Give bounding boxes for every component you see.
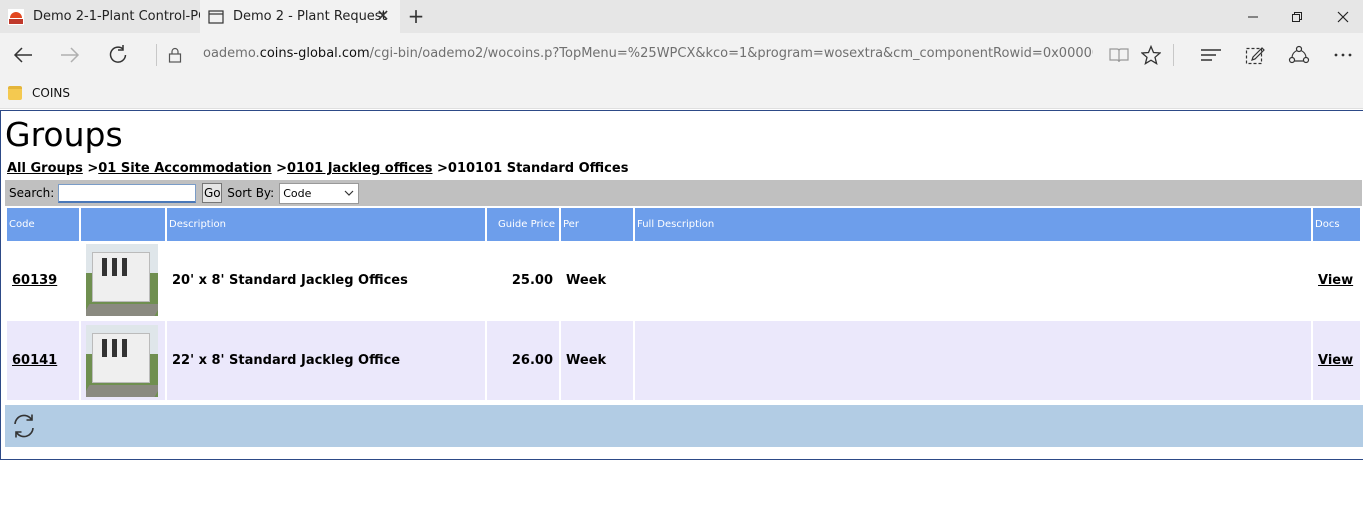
description-cell: 22' x 8' Standard Jackleg Office: [167, 321, 485, 402]
table-row: 60139 20' x 8' Standard Jackleg Offices …: [7, 241, 1360, 321]
items-table: Code Description Guide Price Per Full De…: [5, 208, 1362, 402]
tab-title: Demo 2-1-Plant Control-PC: [33, 9, 200, 24]
breadcrumb-current: >010101 Standard Offices: [432, 161, 629, 176]
item-thumbnail-image[interactable]: [86, 324, 158, 397]
web-note-icon[interactable]: [1235, 33, 1275, 77]
sort-label: Sort By:: [227, 186, 275, 200]
hub-icon[interactable]: [1191, 33, 1231, 77]
image-cell: [81, 321, 165, 402]
page-icon: [208, 9, 224, 25]
new-tab-icon[interactable]: +: [405, 6, 427, 28]
item-thumbnail-image[interactable]: [86, 244, 158, 316]
favorite-coins[interactable]: COINS: [8, 84, 70, 102]
column-header-docs[interactable]: Docs: [1313, 208, 1360, 241]
table-row: 60141 22' x 8' Standard Jackleg Office 2…: [7, 321, 1360, 402]
tab-plant-control[interactable]: Demo 2-1-Plant Control-PC: [0, 0, 200, 33]
sort-value: Code: [283, 186, 312, 200]
tab-plant-request[interactable]: Demo 2 - Plant Request ✕: [200, 0, 400, 33]
search-label: Search:: [9, 186, 55, 200]
tab-strip: Demo 2-1-Plant Control-PC Demo 2 - Plant…: [0, 0, 1363, 33]
price-cell: 25.00: [487, 241, 559, 321]
breadcrumb-all-groups[interactable]: All Groups: [7, 161, 83, 176]
tab-title: Demo 2 - Plant Request: [233, 9, 387, 24]
search-bar: Search: Go Sort By: Code: [5, 180, 1362, 206]
minimize-icon[interactable]: [1230, 0, 1276, 33]
url-host: coins-global.com: [259, 46, 370, 61]
full-description-cell: [635, 241, 1311, 321]
close-window-icon[interactable]: [1320, 0, 1363, 33]
chevron-down-icon: [344, 187, 354, 202]
breadcrumb-separator: >: [271, 161, 288, 176]
column-header-image: [81, 208, 165, 241]
view-docs-link[interactable]: View: [1318, 273, 1353, 288]
url-field[interactable]: oademo.coins-global.com/cgi-bin/oademo2/…: [203, 46, 1093, 61]
breadcrumb-jackleg-offices[interactable]: 0101 Jackleg offices: [287, 161, 432, 176]
per-cell: Week: [561, 241, 633, 321]
breadcrumb: All Groups >01 Site Accommodation >0101 …: [7, 161, 628, 176]
folder-icon: [8, 86, 22, 100]
per-cell: Week: [561, 321, 633, 402]
go-button[interactable]: Go: [202, 183, 223, 203]
restore-icon[interactable]: [1274, 0, 1320, 33]
docs-cell: View: [1313, 241, 1360, 321]
column-header-full-description[interactable]: Full Description: [635, 208, 1311, 241]
docs-cell: View: [1313, 321, 1360, 402]
full-description-cell: [635, 321, 1311, 402]
column-header-guide-price[interactable]: Guide Price: [487, 208, 559, 241]
table-footer: [5, 405, 1363, 447]
address-bar: oademo.coins-global.com/cgi-bin/oademo2/…: [0, 33, 1363, 77]
url-prefix: oademo.: [203, 46, 260, 61]
favorite-label: COINS: [32, 86, 70, 100]
breadcrumb-separator: >: [82, 161, 99, 176]
image-cell: [81, 241, 165, 321]
search-input[interactable]: [58, 183, 197, 203]
price-cell: 26.00: [487, 321, 559, 402]
column-header-code[interactable]: Code: [7, 208, 79, 241]
item-code-link[interactable]: 60141: [12, 353, 57, 368]
code-cell: 60141: [7, 321, 79, 402]
code-cell: 60139: [7, 241, 79, 321]
favorite-star-icon[interactable]: [1131, 33, 1171, 77]
sort-select[interactable]: Code: [279, 182, 360, 204]
coins-favicon-icon: [8, 8, 24, 25]
view-docs-link[interactable]: View: [1318, 353, 1353, 368]
page-content: Groups All Groups >01 Site Accommodation…: [0, 110, 1363, 460]
lock-icon[interactable]: [155, 33, 195, 77]
close-tab-icon[interactable]: ✕: [376, 8, 390, 24]
forward-arrow-icon[interactable]: [50, 33, 90, 77]
description-cell: 20' x 8' Standard Jackleg Offices: [167, 241, 485, 321]
item-code-link[interactable]: 60139: [12, 273, 57, 288]
favorites-bar: COINS: [0, 77, 1363, 109]
page-title: Groups: [5, 115, 123, 154]
breadcrumb-site-accommodation[interactable]: 01 Site Accommodation: [98, 161, 271, 176]
more-options-icon[interactable]: [1323, 33, 1363, 77]
column-header-per[interactable]: Per: [561, 208, 633, 241]
back-arrow-icon[interactable]: [3, 33, 43, 77]
refresh-icon[interactable]: [11, 413, 37, 439]
column-header-description[interactable]: Description: [167, 208, 485, 241]
divider: [1173, 44, 1174, 66]
url-path: /cgi-bin/oademo2/wocoins.p?TopMenu=%25WP…: [369, 46, 1093, 61]
table-header-row: Code Description Guide Price Per Full De…: [7, 208, 1360, 241]
share-icon[interactable]: [1279, 33, 1319, 77]
reload-icon[interactable]: [98, 33, 138, 77]
